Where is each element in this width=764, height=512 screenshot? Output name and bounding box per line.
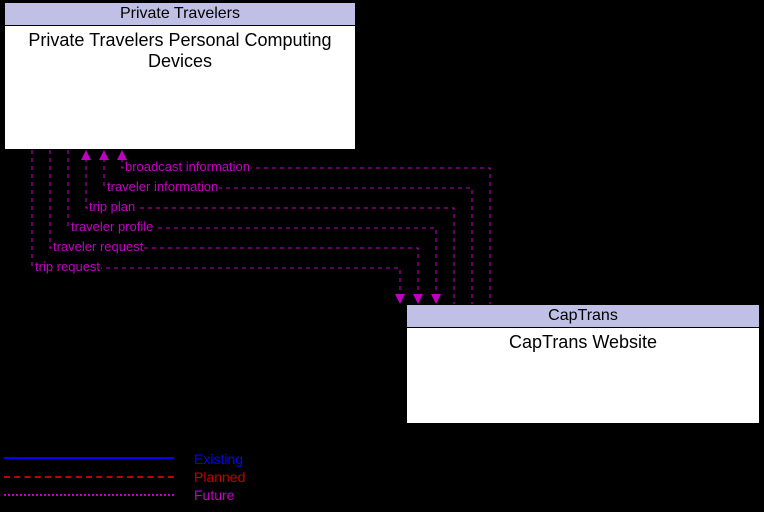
legend-future: Future (4, 486, 304, 504)
legend-label: Existing (194, 451, 243, 467)
node-title: Private Travelers Personal Computing Dev… (5, 26, 355, 76)
flow-label[interactable]: trip plan (88, 200, 136, 214)
node-captrans[interactable]: CapTrans CapTrans Website (406, 304, 760, 424)
flow-label[interactable]: traveler information (106, 180, 219, 194)
flow-label[interactable]: traveler request (52, 240, 144, 254)
node-private-travelers[interactable]: Private Travelers Private Travelers Pers… (4, 2, 356, 150)
legend-line-icon (4, 476, 174, 478)
legend: Existing Planned Future (4, 450, 304, 504)
legend-line-icon (4, 457, 174, 461)
legend-label: Planned (194, 469, 245, 485)
diagram-canvas: Private Travelers Private Travelers Pers… (0, 0, 764, 512)
flow-label[interactable]: trip request (34, 260, 101, 274)
legend-label: Future (194, 487, 234, 503)
node-header: CapTrans (407, 305, 759, 328)
flow-label[interactable]: traveler profile (70, 220, 154, 234)
legend-existing: Existing (4, 450, 304, 468)
legend-planned: Planned (4, 468, 304, 486)
flow-label[interactable]: broadcast information (124, 160, 251, 174)
node-header: Private Travelers (5, 3, 355, 26)
legend-line-icon (4, 494, 174, 496)
node-title: CapTrans Website (407, 328, 759, 357)
